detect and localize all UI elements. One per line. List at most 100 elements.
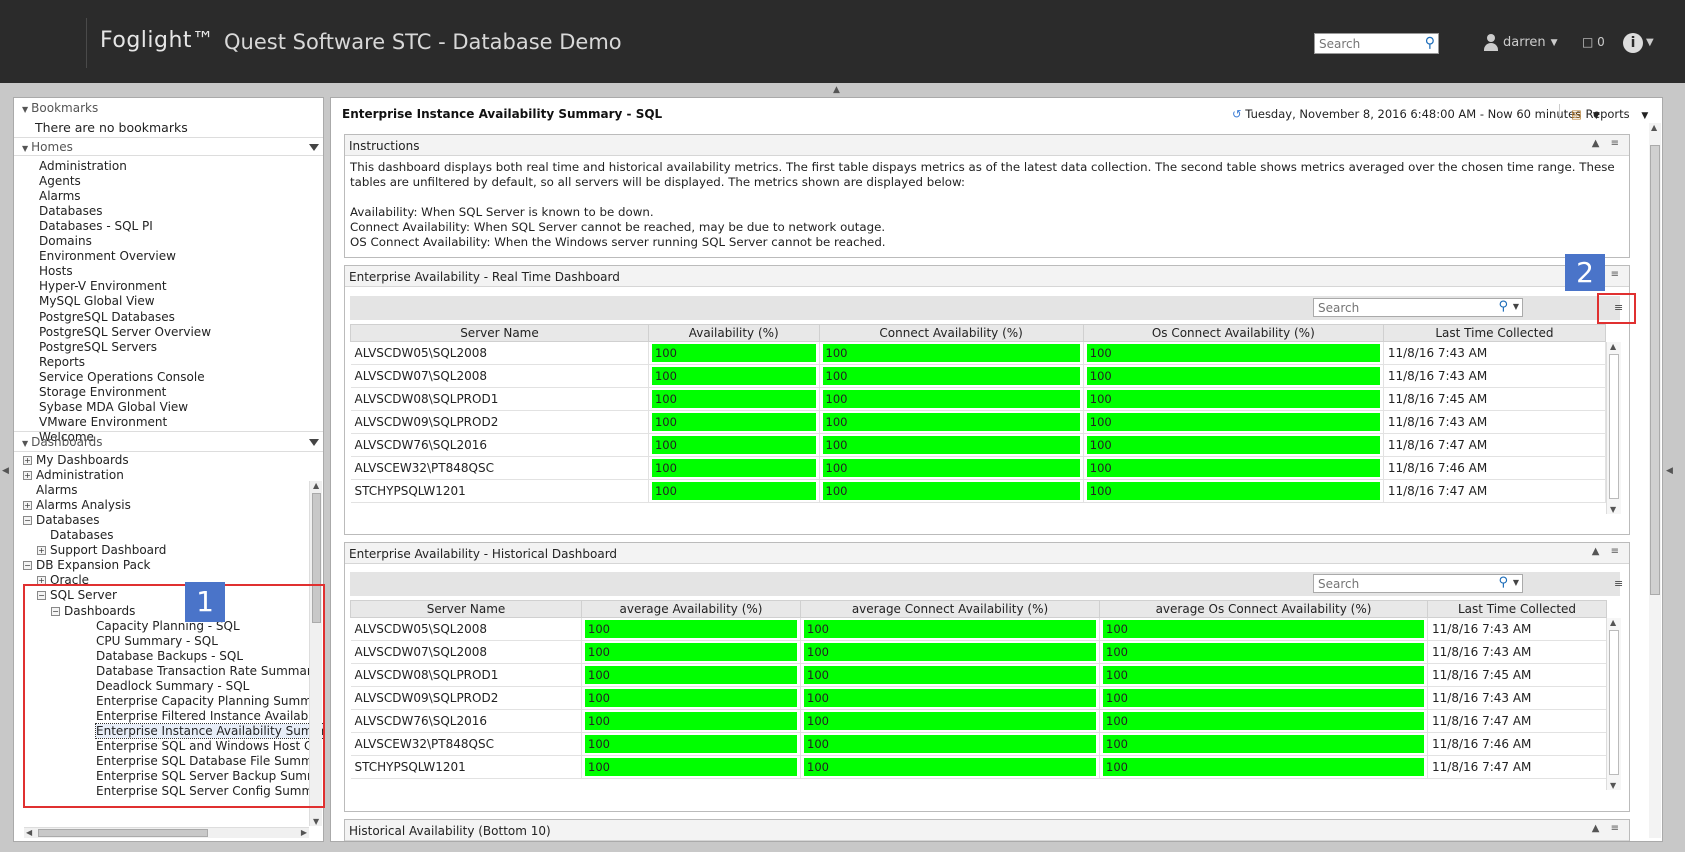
column-header[interactable]: Last Time Collected	[1382, 324, 1607, 342]
panel-controls[interactable]: ▲ ≡	[1592, 138, 1623, 149]
table-row[interactable]: ALVSCDW76\SQL2016 100 100 100 11/8/16 7:47 A…	[350, 433, 1607, 457]
homes-item[interactable]: Storage Environment	[39, 385, 166, 399]
homes-item[interactable]: Alarms	[39, 189, 81, 203]
column-header[interactable]: Last Time Collected	[1427, 600, 1607, 618]
homes-item[interactable]: Databases	[39, 204, 103, 218]
scrollbar-thumb[interactable]	[1609, 354, 1619, 499]
homes-item[interactable]: Hyper-V Environment	[39, 279, 167, 293]
tree-item[interactable]: Databases	[37, 528, 114, 542]
realtime-search-input[interactable]	[1314, 299, 1474, 316]
table-row[interactable]: ALVSCDW05\SQL2008 100 100 100 11/8/16 7:43 A…	[350, 617, 1607, 641]
homes-item[interactable]: Administration	[39, 159, 127, 173]
tree-item[interactable]: Alarms	[23, 483, 78, 497]
scroll-up-icon[interactable]: ▲	[1651, 123, 1657, 132]
tree-item[interactable]: − Databases	[23, 513, 100, 527]
expand-icon[interactable]: +	[23, 501, 32, 511]
expand-icon[interactable]: +	[23, 456, 32, 465]
column-header[interactable]: Availability (%)	[647, 324, 820, 342]
table-row[interactable]: STCHYPSQLW1201 100 100 100 11/8/16 7:47 AM	[350, 755, 1607, 779]
column-header[interactable]: Server Name	[350, 324, 649, 342]
collapse-header-icon[interactable]: ▲	[833, 85, 840, 95]
chevron-down-icon[interactable]: ▼	[1513, 302, 1519, 311]
table-row[interactable]: ALVSCDW05\SQL2008 100 100 100 11/8/16 7:43 A…	[350, 341, 1607, 365]
global-search-input[interactable]	[1315, 34, 1419, 53]
bookmarks-header[interactable]: ▼ Bookmarks	[14, 101, 323, 117]
messages-button[interactable]: □ 0	[1582, 35, 1605, 49]
user-menu[interactable]: darren ▼	[1484, 34, 1558, 51]
info-icon[interactable]: i	[1623, 33, 1643, 53]
homes-header[interactable]: ▼ Homes	[14, 140, 323, 156]
homes-item[interactable]: Service Operations Console	[39, 370, 205, 384]
panel-controls[interactable]: ▲ ≡	[1592, 823, 1623, 834]
homes-item[interactable]: Databases - SQL PI	[39, 219, 153, 233]
homes-item[interactable]: Agents	[39, 174, 81, 188]
realtime-search[interactable]: ⚲ ▼	[1313, 298, 1523, 317]
homes-item[interactable]: Sybase MDA Global View	[39, 400, 188, 414]
brand-logo[interactable]: Foglight™	[100, 28, 215, 53]
expand-icon[interactable]: +	[23, 471, 32, 481]
column-header[interactable]: Server Name	[350, 600, 582, 618]
column-chooser-icon[interactable]: ≡	[1614, 577, 1623, 590]
scroll-right-icon[interactable]: ▶	[301, 828, 307, 837]
global-search[interactable]: ⚲	[1314, 33, 1439, 54]
collapse-icon[interactable]: −	[23, 516, 32, 526]
scroll-down-icon[interactable]: ▼	[313, 817, 319, 826]
column-header[interactable]: Connect Availability (%)	[818, 324, 1084, 342]
historical-search-input[interactable]	[1314, 575, 1474, 592]
scroll-up-icon[interactable]: ▲	[313, 481, 319, 490]
homes-item[interactable]: Domains	[39, 234, 92, 248]
homes-item[interactable]: PostgreSQL Servers	[39, 340, 157, 354]
homes-item[interactable]: VMware Environment	[39, 415, 167, 429]
scroll-down-icon[interactable]: ▼	[1610, 505, 1616, 514]
table-row[interactable]: ALVSCDW76\SQL2016 100 100 100 11/8/16 7:47 A…	[350, 709, 1607, 733]
column-header[interactable]: average Connect Availability (%)	[800, 600, 1100, 618]
homes-item[interactable]: Reports	[39, 355, 85, 369]
dashboards-header[interactable]: ▼ Dashboards	[14, 435, 323, 451]
scrollbar-thumb[interactable]	[38, 829, 208, 837]
filter-icon[interactable]	[309, 144, 319, 151]
tree-item[interactable]: − DB Expansion Pack	[23, 558, 151, 572]
tree-horizontal-scrollbar[interactable]: ◀ ▶	[24, 827, 309, 838]
tree-item[interactable]: + My Dashboards	[23, 453, 129, 467]
scrollbar-thumb[interactable]	[1609, 630, 1619, 775]
chevron-down-icon[interactable]: ▼	[1513, 578, 1519, 587]
table-row[interactable]: STCHYPSQLW1201 100 100 100 11/8/16 7:47 AM	[350, 479, 1607, 503]
scroll-up-icon[interactable]: ▲	[1610, 342, 1616, 351]
tree-item[interactable]: + Administration	[23, 468, 124, 482]
info-menu-chevron-icon[interactable]: ▼	[1646, 37, 1654, 48]
search-icon[interactable]: ⚲	[1498, 299, 1508, 314]
collapse-icon[interactable]: −	[23, 561, 32, 571]
column-header[interactable]: average Os Connect Availability (%)	[1099, 600, 1428, 618]
realtime-table-scrollbar[interactable]: ▲ ▼	[1606, 342, 1621, 514]
table-row[interactable]: ALVSCEW32\PT848QSC 100 100 100 11/8/16 7:46 …	[350, 456, 1607, 480]
table-row[interactable]: ALVSCDW08\SQLPROD1 100 100 100 11/8/16 7:45 …	[350, 663, 1607, 687]
dashboard-scrollbar[interactable]: ▲	[1649, 123, 1661, 838]
table-row[interactable]: ALVSCDW09\SQLPROD2 100 100 100 11/8/16 7:43 …	[350, 410, 1607, 434]
search-icon[interactable]: ⚲	[1498, 575, 1508, 590]
expand-icon[interactable]: +	[37, 546, 46, 556]
scrollbar-thumb[interactable]	[1650, 145, 1660, 595]
time-range-selector[interactable]: ↺ Tuesday, November 8, 2016 6:48:00 AM -…	[1232, 107, 1600, 121]
filter-icon[interactable]	[309, 439, 319, 446]
table-row[interactable]: ALVSCDW08\SQLPROD1 100 100 100 11/8/16 7:45 …	[350, 387, 1607, 411]
homes-item[interactable]: Environment Overview	[39, 249, 176, 263]
table-row[interactable]: ALVSCDW09\SQLPROD2 100 100 100 11/8/16 7:43 …	[350, 686, 1607, 710]
panel-controls[interactable]: ▲ ≡	[1592, 546, 1623, 557]
tree-item[interactable]: + Alarms Analysis	[23, 498, 131, 512]
collapse-right-icon[interactable]: ◀	[1666, 466, 1673, 476]
table-row[interactable]: ALVSCEW32\PT848QSC 100 100 100 11/8/16 7:46 …	[350, 732, 1607, 756]
table-row[interactable]: ALVSCDW07\SQL2008 100 100 100 11/8/16 7:43 A…	[350, 364, 1607, 388]
table-row[interactable]: ALVSCDW07\SQL2008 100 100 100 11/8/16 7:43 A…	[350, 640, 1607, 664]
column-header[interactable]: Os Connect Availability (%)	[1082, 324, 1384, 342]
tree-item[interactable]: + Support Dashboard	[37, 543, 166, 557]
search-icon[interactable]: ⚲	[1425, 35, 1435, 51]
homes-item[interactable]: PostgreSQL Databases	[39, 310, 175, 324]
collapse-left-icon[interactable]: ◀	[2, 466, 9, 476]
homes-item[interactable]: Hosts	[39, 264, 73, 278]
historical-search[interactable]: ⚲ ▼	[1313, 574, 1523, 593]
scroll-up-icon[interactable]: ▲	[1610, 618, 1616, 627]
reports-menu[interactable]: ▤ Reports ▼	[1571, 107, 1648, 121]
scroll-down-icon[interactable]: ▼	[1610, 781, 1616, 790]
scroll-left-icon[interactable]: ◀	[26, 828, 32, 837]
homes-item[interactable]: MySQL Global View	[39, 294, 155, 308]
